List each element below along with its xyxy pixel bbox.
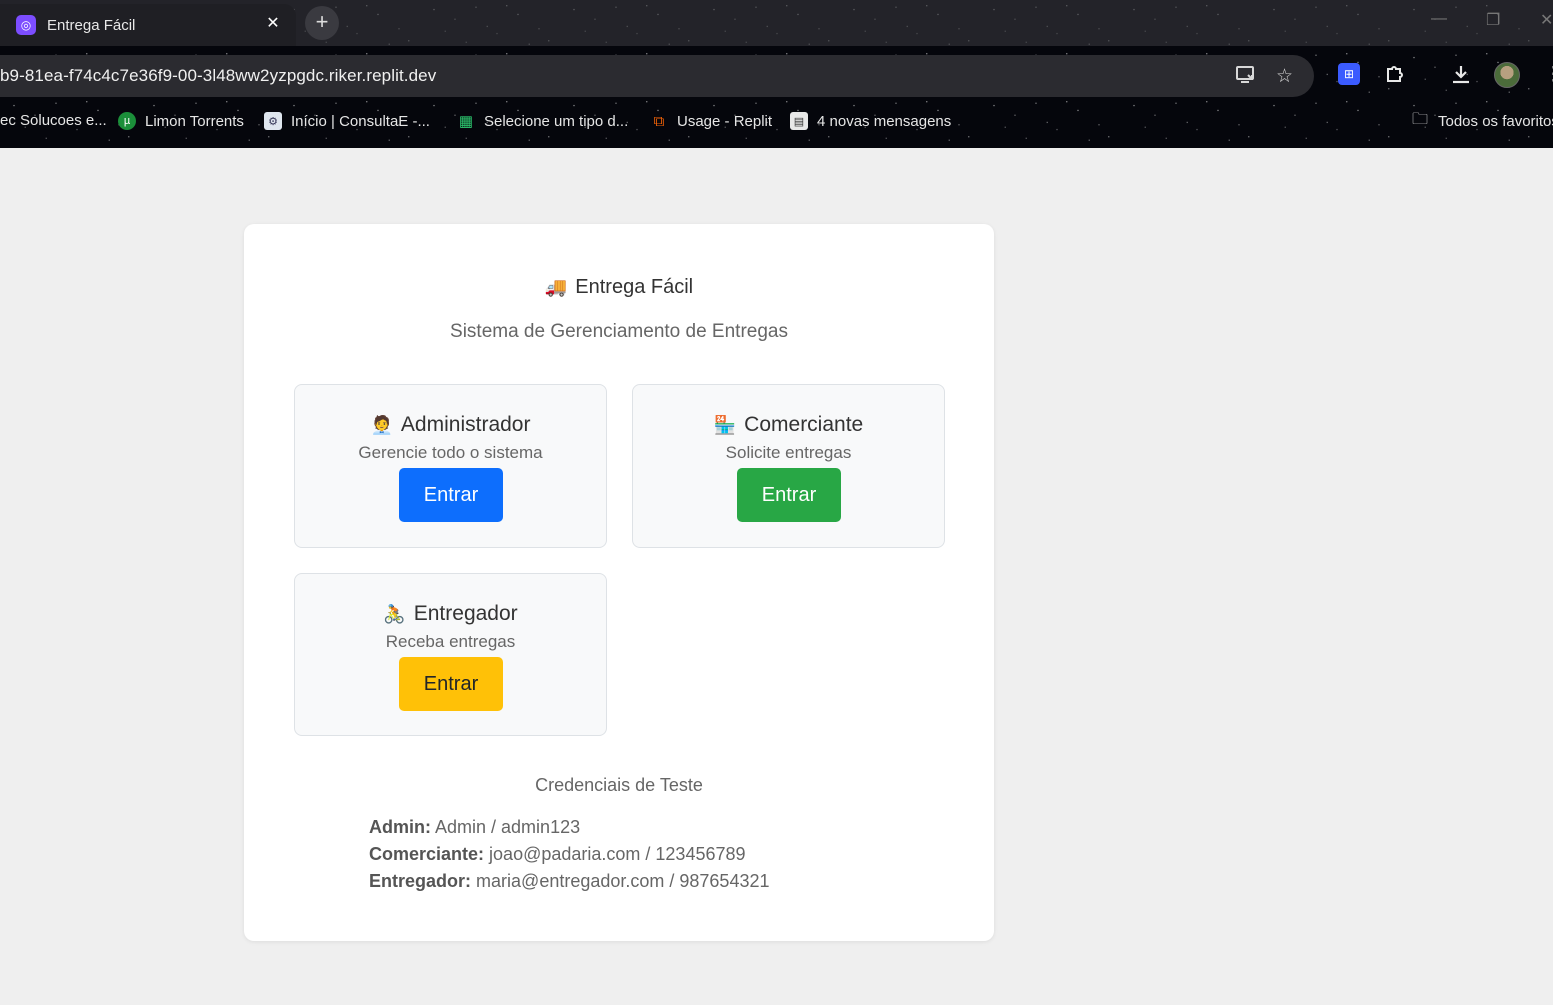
credentials-list: Admin: Admin / admin123 Comerciante: joa…	[369, 814, 770, 895]
role-title: 🚴 Entregador	[383, 602, 518, 625]
bookmark-item[interactable]: ec Solucoes e...	[0, 112, 107, 129]
role-title: 🏪 Comerciante	[713, 413, 864, 436]
page-subtitle: Sistema de Gerenciamento de Entregas	[450, 321, 788, 342]
star-icon[interactable]: ☆	[1276, 65, 1293, 88]
utorrent-icon: µ	[118, 112, 136, 130]
tab-title: Entrega Fácil	[47, 16, 136, 34]
bookmarks-bar: ec Solucoes e... µ Limon Torrents ⚙ Iníc…	[0, 98, 1553, 146]
replit-icon: ◎	[16, 15, 36, 35]
browser-chrome: ◎ Entrega Fácil ✕ + — ❐ ✕ b9-81ea-f74c4c…	[0, 0, 1553, 148]
all-bookmarks[interactable]: 🗀 Todos os favoritos	[1411, 110, 1553, 130]
credential-merchant: Comerciante: joao@padaria.com / 12345678…	[369, 844, 746, 864]
clipboard-icon: ▤	[790, 112, 808, 130]
role-card-merchant: 🏪 Comerciante Solicite entregas Entrar	[632, 384, 945, 548]
credential-admin: Admin: Admin / admin123	[369, 817, 581, 837]
role-title: 🧑‍💼 Administrador	[370, 413, 531, 436]
login-card: 🚚 Entrega Fácil Sistema de Gerenciamento …	[244, 224, 994, 941]
truck-icon: 🚚	[544, 277, 568, 297]
bicycle-icon: 🚴	[383, 604, 406, 624]
bookmark-item[interactable]: ⚙ Início | ConsultaE -...	[264, 112, 430, 130]
new-tab-button[interactable]: +	[305, 6, 339, 40]
qr-icon: ▦	[458, 113, 474, 130]
credentials-title: Credenciais de Teste	[535, 775, 703, 795]
url-text[interactable]: b9-81ea-f74c4c7e36f9-00-3l48ww2yzpgdc.ri…	[0, 66, 436, 86]
role-description: Gerencie todo o sistema	[358, 443, 543, 462]
courier-enter-button[interactable]: Entrar	[399, 657, 503, 711]
profile-avatar[interactable]	[1494, 62, 1520, 88]
window-close-icon[interactable]: ✕	[1540, 10, 1553, 30]
extension-icon[interactable]: ⊞	[1338, 63, 1360, 85]
store-icon: 🏪	[713, 415, 737, 435]
bookmark-item[interactable]: ▦ Selecione um tipo d...	[457, 112, 628, 131]
admin-enter-button[interactable]: Entrar	[399, 468, 503, 522]
consulta-icon: ⚙	[264, 112, 282, 130]
page-title: 🚚 Entrega Fácil	[544, 276, 694, 298]
merchant-enter-button[interactable]: Entrar	[737, 468, 841, 522]
toolbar: b9-81ea-f74c4c7e36f9-00-3l48ww2yzpgdc.ri…	[0, 47, 1553, 97]
minimize-icon[interactable]: —	[1431, 10, 1447, 28]
admin-icon: 🧑‍💼	[370, 415, 393, 435]
folder-icon: 🗀	[1411, 110, 1428, 128]
menu-icon[interactable]: ⋮	[1544, 63, 1553, 86]
bookmark-item[interactable]: ⧉ Usage - Replit	[650, 112, 772, 130]
replit-icon: ⧉	[653, 112, 665, 130]
close-icon[interactable]: ✕	[262, 13, 284, 35]
role-description: Solicite entregas	[725, 443, 852, 462]
download-icon[interactable]	[1450, 63, 1472, 91]
role-description: Receba entregas	[385, 632, 516, 651]
role-card-courier: 🚴 Entregador Receba entregas Entrar	[294, 573, 607, 736]
bookmark-item[interactable]: ▤ 4 novas mensagens	[790, 112, 951, 130]
address-bar[interactable]: b9-81ea-f74c4c7e36f9-00-3l48ww2yzpgdc.ri…	[0, 55, 1314, 97]
install-app-icon[interactable]	[1235, 65, 1257, 91]
credential-courier: Entregador: maria@entregador.com / 98765…	[369, 871, 770, 891]
puzzle-icon[interactable]	[1384, 63, 1406, 91]
bookmark-item[interactable]: µ Limon Torrents	[118, 112, 244, 130]
tab-strip: ◎ Entrega Fácil ✕ + — ❐ ✕	[0, 0, 1553, 46]
role-card-admin: 🧑‍💼 Administrador Gerencie todo o sistema…	[294, 384, 607, 548]
restore-icon[interactable]: ❐	[1486, 10, 1500, 30]
tab-entrega-facil[interactable]: ◎ Entrega Fácil ✕	[0, 4, 296, 46]
